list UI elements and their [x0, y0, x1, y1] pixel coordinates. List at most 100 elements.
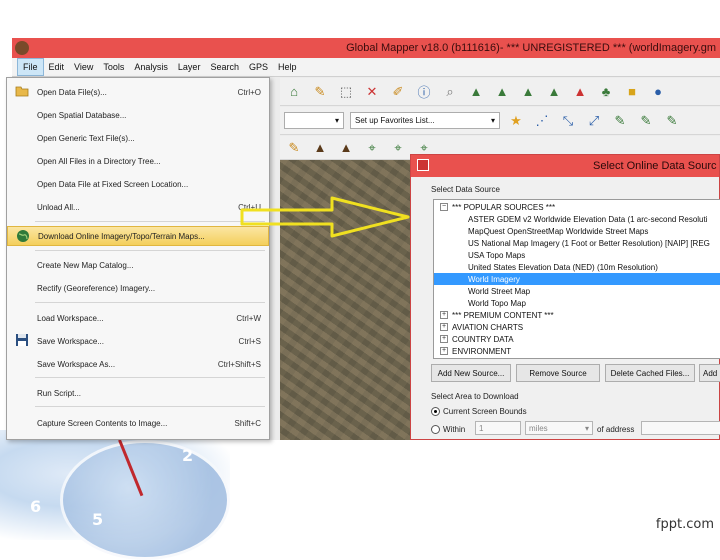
info-icon[interactable]: ⓘ	[414, 82, 434, 102]
terrain-red-icon[interactable]: ▲	[570, 82, 590, 102]
map-icon[interactable]: ■	[622, 82, 642, 102]
vertex-icon[interactable]: ⌖	[362, 138, 382, 158]
tree-item-world-street-map[interactable]: World Street Map	[468, 285, 720, 297]
within-distance-input[interactable]: 1	[475, 421, 521, 435]
menu-capture-screen[interactable]: Capture Screen Contents to Image... Shif…	[7, 413, 269, 433]
terrain-contour-icon[interactable]: ▲	[492, 82, 512, 102]
of-address-label: of address	[597, 425, 635, 434]
globe-tool-icon[interactable]: ●	[648, 82, 668, 102]
tree-group-premium[interactable]: + *** PREMIUM CONTENT ***	[440, 309, 720, 321]
tree-label: USA Topo Maps	[468, 250, 526, 260]
menu-separator	[35, 302, 265, 303]
tree-item-world-topo-map[interactable]: World Topo Map	[468, 297, 720, 309]
tree-item-usa-topo[interactable]: USA Topo Maps	[468, 249, 720, 261]
expand-icon[interactable]: +	[440, 335, 448, 343]
file-menu-dropdown: Open Data File(s)... Ctrl+O Open Spatial…	[6, 77, 270, 440]
menu-view[interactable]: View	[69, 59, 98, 75]
data-source-tree[interactable]: − *** POPULAR SOURCES *** ASTER GDEM v2 …	[433, 199, 720, 359]
remove-source-button[interactable]: Remove Source	[516, 364, 600, 382]
add-more-button[interactable]: Add	[699, 364, 720, 382]
units-value: miles	[529, 423, 548, 433]
menu-unload-all[interactable]: Unload All... Ctrl+U	[7, 197, 269, 217]
menu-open-generic-text-files[interactable]: Open Generic Text File(s)...	[7, 128, 269, 148]
menu-help[interactable]: Help	[273, 59, 302, 75]
digitize-line-icon[interactable]: ⤡	[558, 111, 578, 131]
menu-save-workspace[interactable]: Save Workspace... Ctrl+S	[7, 331, 269, 351]
palm-icon[interactable]: ♣	[596, 82, 616, 102]
address-input[interactable]	[641, 421, 720, 435]
menu-download-online-imagery[interactable]: Download Online Imagery/Topo/Terrain Map…	[7, 226, 269, 246]
terrain-icon[interactable]: ▲	[466, 82, 486, 102]
terrain-flag-icon[interactable]: ▲	[544, 82, 564, 102]
double-peak-icon[interactable]: ▲	[336, 138, 356, 158]
peak-icon[interactable]: ▲	[310, 138, 330, 158]
expand-icon[interactable]: +	[440, 347, 448, 355]
folder-icon	[15, 86, 29, 97]
menu-save-workspace-as[interactable]: Save Workspace As... Ctrl+Shift+S	[7, 354, 269, 374]
expand-icon[interactable]: +	[440, 323, 448, 331]
tree-group-popular[interactable]: − *** POPULAR SOURCES ***	[440, 201, 720, 213]
vertex-add-icon[interactable]: ⌖	[388, 138, 408, 158]
digitize-path-icon[interactable]: ⤢	[584, 111, 604, 131]
tree-item-aster-gdem[interactable]: ASTER GDEM v2 Worldwide Elevation Data (…	[468, 213, 720, 225]
menu-open-all-files-directory[interactable]: Open All Files in a Directory Tree...	[7, 151, 269, 171]
menu-rectify-imagery[interactable]: Rectify (Georeference) Imagery...	[7, 278, 269, 298]
tree-item-us-naip[interactable]: US National Map Imagery (1 Foot or Bette…	[468, 237, 720, 249]
menu-create-map-catalog[interactable]: Create New Map Catalog...	[7, 255, 269, 275]
menu-analysis[interactable]: Analysis	[129, 59, 173, 75]
edit-shape-icon[interactable]: ✎	[284, 138, 304, 158]
menu-file[interactable]: File	[17, 58, 44, 76]
collapse-icon[interactable]: −	[440, 203, 448, 211]
edit-icon[interactable]: ✐	[388, 82, 408, 102]
menu-label: Open Data File at Fixed Screen Location.…	[37, 179, 189, 189]
menu-search[interactable]: Search	[205, 59, 244, 75]
menu-open-spatial-database[interactable]: Open Spatial Database...	[7, 105, 269, 125]
pencil-icon[interactable]: ✎	[310, 82, 330, 102]
radio-current-screen-bounds[interactable]	[431, 407, 440, 416]
tree-item-mapquest-osm[interactable]: MapQuest OpenStreetMap Worldwide Street …	[468, 225, 720, 237]
window-titlebar: Global Mapper v18.0 (b111616)- *** UNREG…	[12, 38, 720, 58]
menu-load-workspace[interactable]: Load Workspace... Ctrl+W	[7, 308, 269, 328]
select-icon[interactable]: ⬚	[336, 82, 356, 102]
tree-item-world-imagery[interactable]: World Imagery	[434, 273, 720, 285]
layer-dropdown[interactable]: ▾	[284, 112, 344, 129]
menu-run-script[interactable]: Run Script...	[7, 383, 269, 403]
app-logo-icon	[15, 41, 29, 55]
digitize-measure-icon[interactable]: ✎	[662, 111, 682, 131]
menu-edit[interactable]: Edit	[44, 59, 70, 75]
menu-gps[interactable]: GPS	[244, 59, 273, 75]
star-icon[interactable]: ★	[506, 111, 526, 131]
add-new-source-button[interactable]: Add New Source...	[431, 364, 511, 382]
menu-label: Run Script...	[37, 388, 82, 398]
radio-within[interactable]	[431, 425, 440, 434]
favorites-dropdown[interactable]: Set up Favorites List... ▾	[350, 112, 500, 129]
menu-open-data-files[interactable]: Open Data File(s)... Ctrl+O	[7, 82, 269, 102]
digitize-edit-icon[interactable]: ✎	[610, 111, 630, 131]
tree-group-country[interactable]: + COUNTRY DATA	[440, 333, 720, 345]
tree-label: *** PREMIUM CONTENT ***	[452, 310, 554, 320]
menu-separator	[35, 221, 265, 222]
menu-layer[interactable]: Layer	[173, 59, 206, 75]
menu-open-fixed-location[interactable]: Open Data File at Fixed Screen Location.…	[7, 174, 269, 194]
find-icon[interactable]: ⌕	[440, 82, 460, 102]
tree-label: World Imagery	[468, 274, 520, 284]
tree-group-environment[interactable]: + ENVIRONMENT	[440, 345, 720, 357]
digitize-icon[interactable]: ⋰	[532, 111, 552, 131]
digitize-feature-icon[interactable]: ✎	[636, 111, 656, 131]
home-icon[interactable]: ⌂	[284, 82, 304, 102]
clock-number: 5	[92, 510, 104, 529]
menu-label: Open Spatial Database...	[37, 110, 127, 120]
delete-icon[interactable]: ✕	[362, 82, 382, 102]
delete-cached-files-button[interactable]: Delete Cached Files...	[605, 364, 695, 382]
globe-icon	[17, 230, 29, 242]
tree-label: ASTER GDEM v2 Worldwide Elevation Data (…	[468, 214, 708, 224]
expand-icon[interactable]: +	[440, 311, 448, 319]
dialog-titlebar: Select Online Data Sourc	[411, 155, 719, 177]
terrain-shade-icon[interactable]: ▲	[518, 82, 538, 102]
units-dropdown[interactable]: miles ▾	[525, 421, 593, 435]
tree-item-us-ned[interactable]: United States Elevation Data (NED) (10m …	[468, 261, 720, 273]
select-data-source-label: Select Data Source	[431, 185, 500, 194]
tree-group-aviation[interactable]: + AVIATION CHARTS	[440, 321, 720, 333]
menu-tools[interactable]: Tools	[98, 59, 129, 75]
tree-label: World Street Map	[468, 286, 531, 296]
